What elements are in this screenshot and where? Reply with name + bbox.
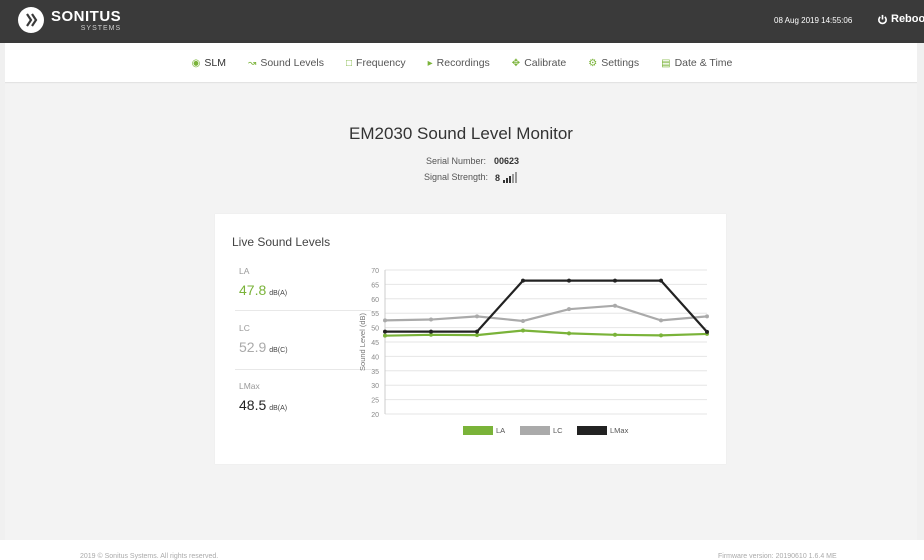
nav-item-slm[interactable]: ◉ SLM xyxy=(192,57,226,69)
sound-levels-chart: 70 65 60 55 50 45 40 35 30 25 20 Sound Level (dB) LA… xyxy=(358,268,709,435)
legend-label-la: LA xyxy=(496,426,505,435)
line-chart-icon: ↝ xyxy=(247,57,257,69)
legend-swatch-la xyxy=(463,426,493,435)
signal-strength-label: Signal Strength: xyxy=(423,172,488,182)
top-bar: SONITUS SYSTEMS 08 Aug 2019 14:55:06 Reb… xyxy=(0,0,924,43)
data-point-lc xyxy=(659,318,663,323)
metric-unit: dB(A) xyxy=(269,405,288,412)
data-point-lc xyxy=(521,318,525,323)
nav-item-recordings[interactable]: ▸ Recordings xyxy=(428,57,490,69)
sonitus-logo-icon xyxy=(18,7,44,33)
metric-unit: dB(C) xyxy=(269,347,288,354)
serial-number-label: Serial Number: xyxy=(425,156,486,166)
y-tick-label: 40 xyxy=(371,354,379,361)
metric-name: LA xyxy=(239,266,250,276)
data-point-lc xyxy=(613,303,617,308)
footer: 2019 © Sonitus Systems. All rights reser… xyxy=(0,540,924,560)
nav-label: Calibrate xyxy=(524,57,567,69)
data-point-lmax xyxy=(705,329,709,334)
y-tick-label: 65 xyxy=(371,282,379,289)
firmware-version: Firmware version: 20190610 1.6.4 ME xyxy=(718,553,837,560)
nav-label: Settings xyxy=(601,57,640,69)
card-title: Live Sound Levels xyxy=(232,235,331,249)
nav-item-settings[interactable]: ⚙ Settings xyxy=(588,57,639,69)
metric-lmax: LMax 48.5 dB(A) xyxy=(239,381,367,413)
data-point-lc xyxy=(475,314,479,319)
metric-name: LMax xyxy=(239,381,260,391)
metric-value: 47.8 xyxy=(239,282,267,298)
brand-name: SONITUS xyxy=(51,7,122,25)
y-tick-label: 50 xyxy=(371,326,379,333)
nav-bar: ◉ SLM ↝ Sound Levels □ Frequency ▸ Recor… xyxy=(5,43,917,83)
y-tick-label: 70 xyxy=(371,268,379,275)
nav-label: Recordings xyxy=(436,57,490,69)
y-tick-label: 35 xyxy=(371,369,379,376)
y-tick-label: 30 xyxy=(371,383,379,390)
brand-subtitle: SYSTEMS xyxy=(80,24,122,32)
serial-number-value: 00623 xyxy=(494,156,520,166)
nav-item-calibrate[interactable]: ✥ Calibrate xyxy=(512,57,566,69)
data-point-lc xyxy=(705,314,709,319)
y-tick-label: 45 xyxy=(371,340,379,347)
legend-label-lmax: LMax xyxy=(610,426,629,435)
data-point-la xyxy=(659,333,663,338)
current-datetime: 08 Aug 2019 14:55:06 xyxy=(774,16,853,25)
legend-swatch-lmax xyxy=(577,426,607,435)
metric-name: LC xyxy=(239,323,250,333)
dashboard-icon: ◉ xyxy=(191,57,201,69)
metric-value: 48.5 xyxy=(239,397,267,413)
data-point-la xyxy=(567,331,571,336)
metric-unit: dB(A) xyxy=(269,290,288,297)
brand-logo[interactable]: SONITUS SYSTEMS xyxy=(18,7,121,33)
divider xyxy=(235,310,371,311)
y-tick-label: 60 xyxy=(371,297,379,304)
data-point-la xyxy=(521,328,525,333)
calendar-icon: ▤ xyxy=(661,57,671,69)
y-tick-label: 55 xyxy=(371,311,379,318)
y-axis-label: Sound Level (dB) xyxy=(358,313,367,371)
nav-label: Sound Levels xyxy=(260,57,324,69)
data-point-la xyxy=(475,333,479,338)
nav-item-date-time[interactable]: ▤ Date & Time xyxy=(661,57,732,69)
page-title: EM2030 Sound Level Monitor xyxy=(349,124,573,143)
data-point-la xyxy=(383,333,387,338)
copyright-text: 2019 © Sonitus Systems. All rights reser… xyxy=(80,553,219,560)
data-point-lmax xyxy=(659,278,663,283)
live-sound-levels-card: Live Sound Levels LA 47.8 dB(A) LC 52.9 dB… xyxy=(215,214,726,464)
data-point-lmax xyxy=(613,278,617,283)
nav-label: Frequency xyxy=(356,57,406,69)
reboot-label: Reboot xyxy=(891,13,924,25)
metric-lc: LC 52.9 dB(C) xyxy=(239,323,367,355)
signal-bars-icon xyxy=(503,172,518,183)
power-icon xyxy=(878,14,887,24)
y-tick-label: 25 xyxy=(371,398,379,405)
data-point-lc xyxy=(429,317,433,322)
data-point-lc xyxy=(383,318,387,323)
series-line-lmax xyxy=(385,279,708,333)
nav-label: Date & Time xyxy=(674,57,733,69)
data-point-lmax xyxy=(429,329,433,334)
main-content: EM2030 Sound Level Monitor Serial Number… xyxy=(5,84,917,540)
y-tick-label: 20 xyxy=(371,412,379,419)
cogs-icon: ⚙ xyxy=(588,57,598,69)
data-point-lmax xyxy=(383,329,387,334)
data-point-la xyxy=(613,332,617,337)
nav-item-frequency[interactable]: □ Frequency xyxy=(346,57,406,69)
nav-item-sound-levels[interactable]: ↝ Sound Levels xyxy=(248,57,324,69)
signal-strength-value: 8 xyxy=(495,173,501,183)
crosshair-icon: ✥ xyxy=(511,57,521,69)
nav-label: SLM xyxy=(204,57,226,69)
data-point-lmax xyxy=(475,329,479,334)
data-point-lmax xyxy=(567,278,571,283)
metric-value: 52.9 xyxy=(239,339,267,355)
legend-swatch-lc xyxy=(520,426,550,435)
reboot-button[interactable]: Reboot xyxy=(877,13,924,25)
divider xyxy=(235,369,371,370)
legend-label-lc: LC xyxy=(553,426,563,435)
speaker-icon: ▸ xyxy=(427,57,433,69)
bar-chart-icon: □ xyxy=(345,57,353,69)
data-point-lc xyxy=(567,307,571,312)
data-point-lmax xyxy=(521,278,525,283)
metric-la: LA 47.8 dB(A) xyxy=(239,266,367,298)
